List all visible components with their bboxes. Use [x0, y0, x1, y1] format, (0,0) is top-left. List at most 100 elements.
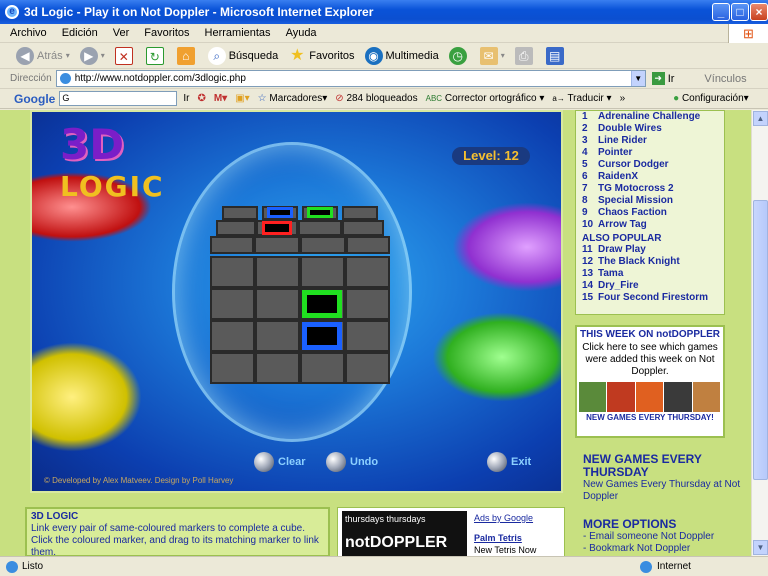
popup-blocked-icon: ⊘	[335, 93, 344, 104]
search-icon: ⌕	[207, 46, 226, 65]
cube-cell[interactable]	[342, 206, 378, 220]
game-list-item[interactable]: 5 Cursor Dodger	[582, 159, 718, 171]
scroll-up-icon[interactable]: ▲	[753, 111, 768, 126]
game-list-item[interactable]: 10 Arrow Tag	[582, 219, 718, 231]
menu-herramientas[interactable]: Herramientas	[205, 27, 271, 39]
blue-marker-front[interactable]	[302, 322, 342, 350]
red-marker-top[interactable]	[262, 221, 292, 235]
cube-cell[interactable]	[255, 352, 300, 384]
favorites-button[interactable]: ★ Favoritos	[288, 47, 354, 65]
cube-cell[interactable]	[210, 320, 255, 352]
game-list-item[interactable]: 1 Adrenaline Challenge	[582, 111, 718, 123]
address-input[interactable]: http://www.notdoppler.com/3dlogic.php ▼	[55, 70, 646, 87]
scroll-thumb[interactable]	[753, 200, 768, 480]
back-button[interactable]: ◀ Atrás ▾	[16, 46, 70, 65]
edit-button[interactable]: ▤	[545, 46, 567, 65]
refresh-button[interactable]: ↻	[145, 46, 167, 65]
cube-cell[interactable]	[345, 256, 390, 288]
google-search-input[interactable]: G	[59, 91, 178, 106]
google-logo[interactable]: Google	[14, 92, 55, 106]
logic-cube[interactable]	[210, 206, 390, 386]
vertical-scrollbar[interactable]: ▲ ▼	[751, 110, 768, 556]
go-button[interactable]: ➜ Ir	[651, 72, 674, 85]
cube-cell[interactable]	[300, 236, 346, 254]
settings-button[interactable]: ● Configuración▾	[673, 93, 749, 104]
maximize-button[interactable]: □	[731, 3, 749, 21]
cube-cell[interactable]	[210, 256, 255, 288]
print-button[interactable]: ⎙	[514, 46, 536, 65]
more-chevron-icon[interactable]: »	[620, 93, 626, 104]
new-games-thumbnails[interactable]	[579, 382, 721, 412]
cube-cell[interactable]	[255, 256, 300, 288]
scroll-down-icon[interactable]: ▼	[753, 540, 768, 555]
cube-cell[interactable]	[222, 206, 258, 220]
apps-icon[interactable]: ▣▾	[235, 93, 249, 104]
game-list-item[interactable]: 15 Four Second Firestorm	[582, 292, 718, 304]
menu-ayuda[interactable]: Ayuda	[286, 27, 317, 39]
game-list-item[interactable]: 11 Draw Play	[582, 244, 718, 256]
undo-button[interactable]: Undo	[326, 452, 378, 472]
game-list-item[interactable]: 2 Double Wires	[582, 123, 718, 135]
green-marker-top[interactable]	[307, 207, 333, 218]
history-button[interactable]: ◷	[448, 46, 470, 65]
spellcheck-button[interactable]: ABC Corrector ortográfico ▾	[426, 93, 545, 104]
cube-cell[interactable]	[300, 352, 345, 384]
menu-edicion[interactable]: Edición	[62, 27, 98, 39]
stop-button[interactable]: ✕	[114, 46, 136, 65]
blue-marker-top[interactable]	[267, 207, 293, 218]
close-button[interactable]: ×	[750, 3, 768, 21]
translate-button[interactable]: a→ Traducir ▾	[552, 93, 611, 104]
cube-cell[interactable]	[216, 220, 256, 236]
cube-cell[interactable]	[255, 320, 300, 352]
address-dropdown-icon[interactable]: ▼	[630, 71, 645, 86]
cube-cell[interactable]	[210, 288, 255, 320]
search-button[interactable]: ⌕ Búsqueda	[207, 46, 278, 65]
menu-ver[interactable]: Ver	[113, 27, 130, 39]
cube-cell[interactable]	[342, 220, 384, 236]
game-list-item[interactable]: 7 TG Motocross 2	[582, 183, 718, 195]
bookmarks-button[interactable]: ☆ Marcadores▾	[258, 93, 328, 104]
game-list-item[interactable]: 4 Pointer	[582, 147, 718, 159]
green-marker-front[interactable]	[302, 290, 342, 318]
ads-by-google-link[interactable]: Ads by Google	[474, 512, 564, 524]
game-list-item[interactable]: 6 RaidenX	[582, 171, 718, 183]
cube-cell[interactable]	[210, 352, 255, 384]
menu-archivo[interactable]: Archivo	[10, 27, 47, 39]
game-list-item[interactable]: 12 The Black Knight	[582, 256, 718, 268]
bookmark-link[interactable]: - Bookmark Not Doppler	[583, 543, 743, 555]
google-go-button[interactable]: Ir	[183, 93, 189, 104]
multimedia-button[interactable]: ◉ Multimedia	[364, 46, 439, 65]
game-list-item[interactable]: 14 Dry_Fire	[582, 280, 718, 292]
cube-cell[interactable]	[346, 236, 390, 254]
email-link[interactable]: - Email someone Not Doppler	[583, 531, 743, 543]
exit-button[interactable]: Exit	[487, 452, 531, 472]
ad-banner[interactable]: thursdays thursdays notDOPPLER	[342, 511, 467, 556]
menu-favoritos[interactable]: Favoritos	[144, 27, 189, 39]
popup-blocker-button[interactable]: ⊘ 284 bloqueados	[335, 93, 417, 104]
links-label[interactable]: Vínculos	[704, 73, 746, 85]
cube-cell[interactable]	[254, 236, 300, 254]
cube-cell[interactable]	[255, 288, 300, 320]
cube-cell[interactable]	[345, 352, 390, 384]
mail-button[interactable]: ✉ ▾	[479, 46, 505, 65]
cube-cell[interactable]	[300, 256, 345, 288]
forward-button[interactable]: ▶ ▾	[79, 46, 105, 65]
ad-link[interactable]: Palm Tetris	[474, 532, 564, 544]
game-list-item[interactable]: 9 Chaos Faction	[582, 207, 718, 219]
cube-cell[interactable]	[345, 320, 390, 352]
minimize-button[interactable]: _	[712, 3, 730, 21]
home-button[interactable]: ⌂	[176, 46, 198, 65]
page-status-icon	[6, 560, 18, 573]
gmail-icon[interactable]: M▾	[214, 93, 227, 104]
game-list-item[interactable]: 8 Special Mission	[582, 195, 718, 207]
this-week-box[interactable]: THIS WEEK ON notDOPPLER Click here to se…	[575, 325, 725, 438]
this-week-text[interactable]: Click here to see which games were added…	[577, 342, 723, 378]
news-icon[interactable]: ✪	[197, 93, 205, 104]
cube-cell[interactable]	[345, 288, 390, 320]
game-list-item[interactable]: 13 Tama	[582, 268, 718, 280]
cube-cell[interactable]	[298, 220, 342, 236]
cube-cell[interactable]	[210, 236, 254, 254]
game-canvas[interactable]: 3D LOGIC Level: 12 Clear Undo Exit © Dev…	[30, 110, 563, 493]
game-list-item[interactable]: 3 Line Rider	[582, 135, 718, 147]
clear-button[interactable]: Clear	[254, 452, 306, 472]
